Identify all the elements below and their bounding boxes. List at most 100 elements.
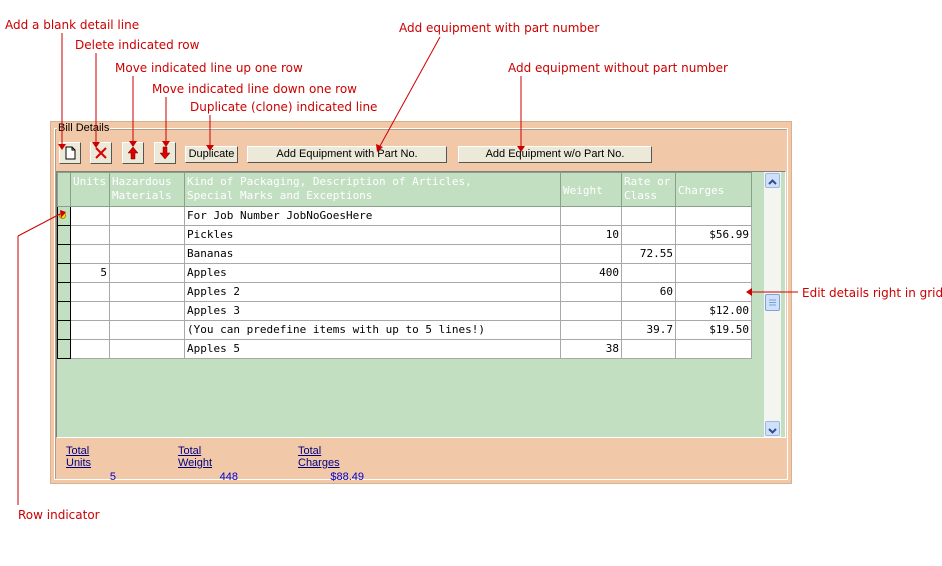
move-up-button[interactable] bbox=[122, 142, 144, 164]
cell-charges[interactable] bbox=[675, 339, 752, 359]
cell-hazardous[interactable] bbox=[109, 225, 185, 245]
chevron-up-icon bbox=[768, 179, 777, 185]
cell-weight[interactable]: 38 bbox=[560, 339, 622, 359]
cell-description[interactable]: Apples 2 bbox=[184, 282, 561, 302]
callout-add-blank-line: Add a blank detail line bbox=[5, 18, 140, 32]
cell-description[interactable]: Bananas bbox=[184, 244, 561, 264]
total-charges-label: Total Charges bbox=[298, 445, 340, 469]
header-hazardous[interactable]: Hazardous Materials bbox=[109, 172, 185, 207]
callout-move-up: Move indicated line up one row bbox=[115, 61, 303, 75]
cell-charges[interactable] bbox=[675, 244, 752, 264]
table-row[interactable]: Apples 2 60 bbox=[57, 282, 752, 302]
total-charges: Total Charges $88.49 bbox=[298, 445, 364, 483]
cell-charges[interactable] bbox=[675, 282, 752, 302]
scroll-down-button[interactable] bbox=[765, 421, 780, 436]
total-charges-value: $88.49 bbox=[330, 471, 364, 483]
header-weight[interactable]: Weight bbox=[560, 172, 622, 207]
cell-charges[interactable]: $12.00 bbox=[675, 301, 752, 321]
cell-description[interactable]: Apples 3 bbox=[184, 301, 561, 321]
current-row-indicator-icon bbox=[59, 212, 66, 219]
row-indicator[interactable] bbox=[57, 225, 71, 245]
cell-rate[interactable] bbox=[621, 263, 676, 283]
cell-hazardous[interactable] bbox=[109, 339, 185, 359]
add-blank-line-button[interactable] bbox=[59, 142, 81, 164]
cell-hazardous[interactable] bbox=[109, 206, 185, 226]
cell-hazardous[interactable] bbox=[109, 301, 185, 321]
cell-charges[interactable]: $56.99 bbox=[675, 225, 752, 245]
cell-description[interactable]: For Job Number JobNoGoesHere bbox=[184, 206, 561, 226]
total-units: Total Units 5 bbox=[66, 445, 116, 483]
row-indicator[interactable] bbox=[57, 206, 71, 226]
row-indicator[interactable] bbox=[57, 263, 71, 283]
cell-weight[interactable]: 400 bbox=[560, 263, 622, 283]
panel-title: Bill Details bbox=[57, 122, 111, 135]
bill-details-panel: Bill Details Duplicate Add Equipment wit… bbox=[50, 121, 792, 484]
vertical-scrollbar[interactable] bbox=[764, 172, 781, 437]
cell-units[interactable] bbox=[70, 244, 110, 264]
cell-rate[interactable]: 60 bbox=[621, 282, 676, 302]
cell-weight[interactable]: 10 bbox=[560, 225, 622, 245]
cell-description[interactable]: Apples bbox=[184, 263, 561, 283]
cell-weight[interactable] bbox=[560, 282, 622, 302]
scroll-thumb[interactable] bbox=[765, 294, 780, 311]
cell-weight[interactable] bbox=[560, 206, 622, 226]
callout-add-with-part: Add equipment with part number bbox=[399, 21, 600, 35]
total-units-label: Total Units bbox=[66, 445, 92, 469]
cell-hazardous[interactable] bbox=[109, 244, 185, 264]
row-indicator[interactable] bbox=[57, 244, 71, 264]
table-row[interactable]: Bananas 72.55 bbox=[57, 244, 752, 264]
details-grid[interactable]: Units Hazardous Materials Kind of Packagi… bbox=[56, 171, 786, 438]
callout-edit-grid: Edit details right in grid bbox=[802, 286, 942, 300]
cell-units[interactable] bbox=[70, 301, 110, 321]
cell-rate[interactable]: 39.7 bbox=[621, 320, 676, 340]
header-units[interactable]: Units bbox=[70, 172, 110, 207]
table-row[interactable]: 5 Apples 400 bbox=[57, 263, 752, 283]
cell-hazardous[interactable] bbox=[109, 282, 185, 302]
cell-description[interactable]: (You can predefine items with up to 5 li… bbox=[184, 320, 561, 340]
table-row[interactable]: Apples 3 $12.00 bbox=[57, 301, 752, 321]
cell-description[interactable]: Apples 5 bbox=[184, 339, 561, 359]
add-equipment-without-part-button[interactable]: Add Equipment w/o Part No. bbox=[458, 146, 652, 163]
add-equipment-with-part-button[interactable]: Add Equipment with Part No. bbox=[247, 146, 447, 163]
delete-x-icon bbox=[95, 147, 107, 159]
header-description[interactable]: Kind of Packaging, Description of Articl… bbox=[184, 172, 561, 207]
cell-units[interactable] bbox=[70, 339, 110, 359]
table-row[interactable]: (You can predefine items with up to 5 li… bbox=[57, 320, 752, 340]
row-indicator[interactable] bbox=[57, 301, 71, 321]
row-indicator[interactable] bbox=[57, 320, 71, 340]
cell-units[interactable] bbox=[70, 206, 110, 226]
cell-units[interactable] bbox=[70, 282, 110, 302]
scroll-up-button[interactable] bbox=[765, 173, 780, 188]
cell-rate[interactable]: 72.55 bbox=[621, 244, 676, 264]
cell-rate[interactable] bbox=[621, 206, 676, 226]
header-rate[interactable]: Rate or Class bbox=[621, 172, 676, 207]
cell-rate[interactable] bbox=[621, 339, 676, 359]
table-row[interactable]: Apples 5 38 bbox=[57, 339, 752, 359]
cell-units[interactable] bbox=[70, 225, 110, 245]
header-charges[interactable]: Charges bbox=[675, 172, 752, 207]
callout-delete-row: Delete indicated row bbox=[75, 38, 200, 52]
cell-charges[interactable] bbox=[675, 263, 752, 283]
row-indicator[interactable] bbox=[57, 282, 71, 302]
cell-rate[interactable] bbox=[621, 301, 676, 321]
cell-weight[interactable] bbox=[560, 301, 622, 321]
grip-icon bbox=[769, 299, 776, 306]
cell-charges[interactable] bbox=[675, 206, 752, 226]
duplicate-button[interactable]: Duplicate bbox=[185, 146, 238, 163]
cell-weight[interactable] bbox=[560, 320, 622, 340]
move-down-button[interactable] bbox=[154, 142, 176, 164]
cell-rate[interactable] bbox=[621, 225, 676, 245]
total-weight-label: Total Weight bbox=[178, 445, 213, 469]
cell-description[interactable]: Pickles bbox=[184, 225, 561, 245]
callout-add-without-part: Add equipment without part number bbox=[508, 61, 728, 75]
delete-row-button[interactable] bbox=[90, 142, 112, 164]
row-indicator[interactable] bbox=[57, 339, 71, 359]
cell-charges[interactable]: $19.50 bbox=[675, 320, 752, 340]
table-row[interactable]: For Job Number JobNoGoesHere bbox=[57, 206, 752, 226]
cell-units[interactable]: 5 bbox=[70, 263, 110, 283]
cell-units[interactable] bbox=[70, 320, 110, 340]
table-row[interactable]: Pickles 10 $56.99 bbox=[57, 225, 752, 245]
cell-hazardous[interactable] bbox=[109, 263, 185, 283]
cell-hazardous[interactable] bbox=[109, 320, 185, 340]
cell-weight[interactable] bbox=[560, 244, 622, 264]
